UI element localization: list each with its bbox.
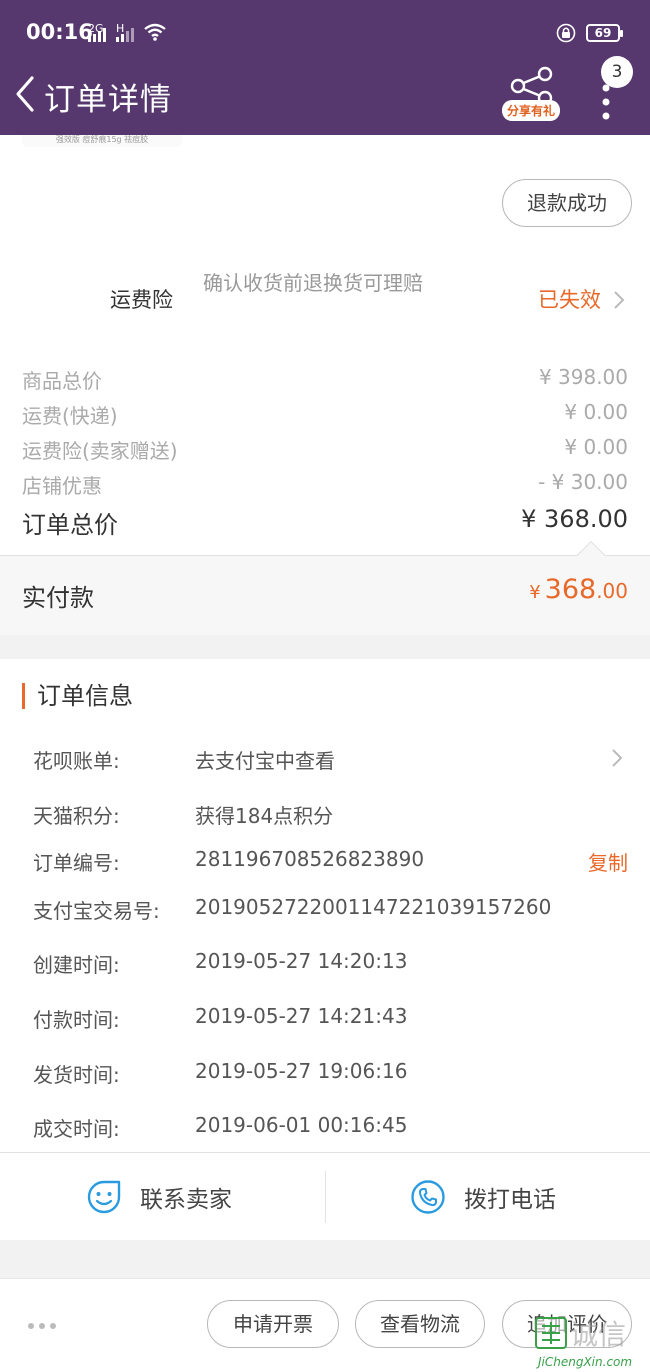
more-dots-icon[interactable] [28,1323,56,1329]
price-label: 运费险(卖家赠送) [22,439,178,463]
phone-icon [411,1180,445,1214]
watermark-main-text: 诚信 [570,1318,626,1351]
price-label: 店铺优惠 [22,474,102,498]
price-value: - ¥ 30.00 [538,470,628,494]
info-key: 发货时间: [33,1063,120,1087]
watermark-url-text: JiChengXin.com [536,1355,632,1369]
call-phone-label: 拨打电话 [464,1187,556,1213]
paid-amount: ¥368.00 [529,574,628,605]
divider [325,1171,326,1223]
info-key: 支付宝交易号: [33,899,160,923]
wifi-icon [144,23,166,41]
section-gap [0,1240,650,1278]
currency-symbol: ¥ [529,582,541,603]
insurance-status: 已失效 [538,288,601,312]
info-value: 去支付宝中查看 [195,749,335,773]
signal-1-icon [88,26,106,42]
price-value: ¥ 398.00 [538,365,628,389]
watermark-logo: 诚信 JiChengXin.com [535,1317,632,1369]
contact-bar: 联系卖家 拨打电话 [0,1152,650,1240]
info-value: 281196708526823890 [195,847,425,871]
info-value: 2019052722001147221039157260 [195,895,552,919]
share-gift-label[interactable]: 分享有礼 [502,100,561,121]
more-icon[interactable] [596,82,616,126]
refund-status-button[interactable]: 退款成功 [502,179,632,227]
order-total-value: ¥ 368.00 [521,505,628,533]
call-phone-button[interactable]: 拨打电话 [410,1153,556,1241]
status-time: 00:16 [26,20,93,44]
info-key: 创建时间: [33,953,120,977]
info-key: 订单编号: [33,851,120,875]
paid-label: 实付款 [22,584,94,612]
price-row: 运费险(卖家赠送) ¥ 0.00 [22,435,628,464]
contact-seller-button[interactable]: 联系卖家 [86,1153,232,1241]
info-value: 2019-06-01 00:16:45 [195,1113,408,1137]
chevron-right-icon [612,749,623,767]
view-logistics-button[interactable]: 查看物流 [355,1300,485,1348]
info-key: 花呗账单: [33,749,120,773]
battery-indicator: 69 [586,24,623,42]
paid-amount-section: 实付款 ¥368.00 [0,540,650,635]
info-value: 2019-05-27 14:21:43 [195,1004,408,1028]
price-value: ¥ 0.00 [564,400,628,424]
chat-face-icon [87,1180,121,1214]
notification-badge: 3 [601,56,633,88]
caret-pointer [576,540,606,570]
price-row: 运费(快递) ¥ 0.00 [22,400,628,429]
product-thumbnail-caption: 强效版 痘舒痕15g 祛痘胶 [22,135,182,147]
info-value: 2019-05-27 14:20:13 [195,949,408,973]
insurance-description: 确认收货前退换货可理赔 [203,271,423,295]
order-total-label: 订单总价 [22,511,118,539]
price-label: 运费(快递) [22,404,118,428]
apply-invoice-button[interactable]: 申请开票 [207,1300,339,1348]
price-row: 商品总价 ¥ 398.00 [22,365,628,394]
signal-2-icon [116,26,134,42]
price-label: 商品总价 [22,369,102,393]
copy-button[interactable]: 复制 [588,847,628,876]
order-info-title: 订单信息 [22,683,133,709]
insurance-label: 运费险 [110,288,173,312]
info-value: 获得184点积分 [195,804,334,828]
contact-seller-label: 联系卖家 [140,1187,232,1213]
info-key: 成交时间: [33,1117,120,1141]
info-key: 付款时间: [33,1008,120,1032]
price-row: 店铺优惠 - ¥ 30.00 [22,470,628,499]
info-key: 天猫积分: [33,804,120,828]
chevron-right-icon [614,291,625,309]
rotation-lock-icon [556,23,576,43]
paid-cents: .00 [596,579,628,603]
price-value: ¥ 0.00 [564,435,628,459]
order-total-row: 订单总价 ¥ 368.00 [22,505,628,540]
page-title: 订单详情 [44,82,172,118]
section-gap [0,635,650,659]
paid-integer: 368 [544,574,597,605]
nav-bar: 订单详情 分享有礼 3 [0,56,650,135]
info-value: 2019-05-27 19:06:16 [195,1059,408,1083]
status-bar: 00:16 2G H 69 [0,0,650,62]
back-arrow-icon[interactable] [12,72,38,116]
